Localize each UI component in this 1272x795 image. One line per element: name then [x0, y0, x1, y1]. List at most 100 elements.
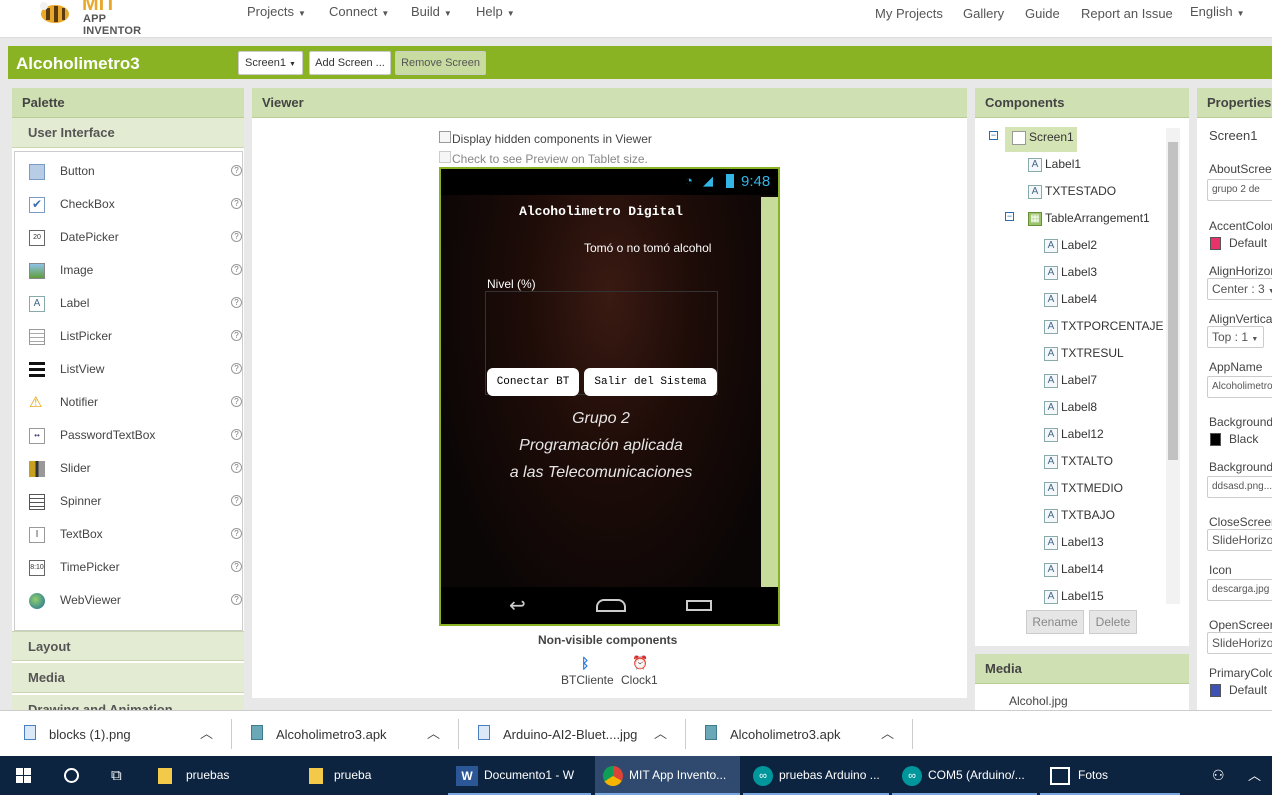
- primary-color-value[interactable]: Default: [1210, 683, 1267, 698]
- component-label12[interactable]: A Label12: [1044, 427, 1104, 445]
- media-item[interactable]: Alcohol.jpg: [1009, 694, 1068, 708]
- chevron-up-icon[interactable]: ︿: [1248, 756, 1266, 795]
- taskbar-item-word[interactable]: W Documento1 - W: [448, 756, 591, 795]
- delete-button[interactable]: Delete: [1089, 610, 1137, 634]
- component-txtporcentaje[interactable]: A TXTPORCENTAJE: [1044, 319, 1163, 337]
- help-icon[interactable]: ?: [231, 330, 242, 341]
- align-horizontal-select[interactable]: Center : 3 ▼: [1207, 278, 1272, 300]
- component-screen1[interactable]: Screen1: [1012, 130, 1074, 148]
- menu-build[interactable]: Build ▼: [411, 4, 452, 20]
- remove-screen-button[interactable]: Remove Screen: [395, 51, 486, 75]
- help-icon[interactable]: ?: [231, 396, 242, 407]
- clock-icon[interactable]: ⏰: [632, 655, 648, 671]
- component-tablearrangement1[interactable]: ▦ TableArrangement1: [1028, 211, 1150, 229]
- component-label3[interactable]: A Label3: [1044, 265, 1097, 283]
- home-icon[interactable]: [596, 599, 626, 612]
- help-icon[interactable]: ?: [231, 462, 242, 473]
- download-item[interactable]: Alcoholimetro3.apk ︿: [701, 711, 911, 757]
- component-label8[interactable]: A Label8: [1044, 400, 1097, 418]
- background-image-picker[interactable]: ddsasd.png...: [1207, 476, 1272, 498]
- palette-item-image[interactable]: Image?: [29, 261, 244, 281]
- btcliente-label[interactable]: BTCliente: [561, 673, 614, 687]
- task-view-icon[interactable]: ⧉: [111, 756, 131, 795]
- download-item[interactable]: Arduino-AI2-Bluet....jpg ︿: [474, 711, 684, 757]
- component-label14[interactable]: A Label14: [1044, 562, 1104, 580]
- link-gallery[interactable]: Gallery: [963, 6, 1004, 22]
- taskbar-item-arduino1[interactable]: ∞ pruebas Arduino ...: [743, 756, 889, 795]
- collapse-icon[interactable]: −: [1005, 212, 1014, 221]
- chevron-up-icon[interactable]: ︿: [200, 723, 213, 742]
- palette-item-spinner[interactable]: Spinner?: [29, 492, 244, 512]
- background-color-value[interactable]: Black: [1210, 432, 1258, 447]
- component-label2[interactable]: A Label2: [1044, 238, 1097, 256]
- component-label15[interactable]: A Label15: [1044, 589, 1104, 607]
- search-icon[interactable]: [63, 756, 81, 795]
- display-hidden-checkbox[interactable]: [439, 131, 451, 143]
- add-screen-button[interactable]: Add Screen ...: [309, 51, 391, 75]
- phone-scrollbar[interactable]: [761, 197, 778, 587]
- tablet-preview-checkbox[interactable]: [439, 151, 451, 163]
- icon-picker[interactable]: descarga.jpg: [1207, 579, 1272, 601]
- component-label1[interactable]: A Label1: [1028, 157, 1081, 175]
- chevron-up-icon[interactable]: ︿: [654, 723, 667, 742]
- component-txtestado[interactable]: A TXTESTADO: [1028, 184, 1116, 202]
- component-txtmedio[interactable]: A TXTMEDIO: [1044, 481, 1123, 499]
- collapse-icon[interactable]: −: [989, 131, 998, 140]
- screen-select-dropdown[interactable]: Screen1 ▼: [238, 51, 303, 75]
- palette-item-button[interactable]: Button?: [29, 162, 244, 182]
- taskbar-item-pruebas[interactable]: pruebas: [158, 756, 298, 795]
- link-guide[interactable]: Guide: [1025, 6, 1060, 22]
- link-my-projects[interactable]: My Projects: [875, 6, 943, 22]
- chevron-up-icon[interactable]: ︿: [881, 723, 894, 742]
- taskbar-item-fotos[interactable]: Fotos: [1040, 756, 1180, 795]
- help-icon[interactable]: ?: [231, 528, 242, 539]
- help-icon[interactable]: ?: [231, 198, 242, 209]
- components-scrollbar[interactable]: [1166, 128, 1180, 604]
- palette-item-listpicker[interactable]: ListPicker?: [29, 327, 244, 347]
- palette-item-notifier[interactable]: ⚠ Notifier?: [29, 393, 244, 413]
- help-icon[interactable]: ?: [231, 297, 242, 308]
- palette-section-layout[interactable]: Layout: [12, 631, 244, 661]
- taskbar-item-chrome[interactable]: MIT App Invento...: [595, 756, 740, 795]
- component-label13[interactable]: A Label13: [1044, 535, 1104, 553]
- back-icon[interactable]: ↩: [509, 593, 526, 618]
- help-icon[interactable]: ?: [231, 165, 242, 176]
- recent-apps-icon[interactable]: [686, 600, 712, 611]
- palette-item-textbox[interactable]: I TextBox?: [29, 525, 244, 545]
- app-name-input[interactable]: Alcoholimetro: [1207, 376, 1272, 398]
- help-icon[interactable]: ?: [231, 429, 242, 440]
- link-report-issue[interactable]: Report an Issue: [1081, 6, 1173, 22]
- help-icon[interactable]: ?: [231, 231, 242, 242]
- menu-help[interactable]: Help ▼: [476, 4, 515, 20]
- taskbar-item-prueba[interactable]: prueba: [309, 756, 449, 795]
- component-label4[interactable]: A Label4: [1044, 292, 1097, 310]
- menu-connect[interactable]: Connect ▼: [329, 4, 389, 20]
- help-icon[interactable]: ?: [231, 594, 242, 605]
- bluetooth-icon[interactable]: ᛒ: [581, 655, 589, 671]
- taskbar-item-arduino2[interactable]: ∞ COM5 (Arduino/...: [892, 756, 1037, 795]
- component-txtresul[interactable]: A TXTRESUL: [1044, 346, 1124, 364]
- component-txtalto[interactable]: A TXTALTO: [1044, 454, 1113, 472]
- help-icon[interactable]: ?: [231, 561, 242, 572]
- clock1-label[interactable]: Clock1: [621, 673, 658, 687]
- accent-color-value[interactable]: Default: [1210, 236, 1267, 251]
- menu-projects[interactable]: Projects ▼: [247, 4, 306, 20]
- help-icon[interactable]: ?: [231, 363, 242, 374]
- scrollbar-thumb[interactable]: [1168, 142, 1178, 460]
- exit-system-button[interactable]: Salir del Sistema: [584, 368, 717, 396]
- app-inventor-logo[interactable]: MIT APP INVENTOR: [36, 0, 166, 37]
- component-txtbajo[interactable]: A TXTBAJO: [1044, 508, 1115, 526]
- palette-item-slider[interactable]: Slider?: [29, 459, 244, 479]
- connect-bt-button[interactable]: Conectar BT: [487, 368, 579, 396]
- download-item[interactable]: Alcoholimetro3.apk ︿: [247, 711, 457, 757]
- palette-item-checkbox[interactable]: ✔ CheckBox?: [29, 195, 244, 215]
- chevron-up-icon[interactable]: ︿: [427, 723, 440, 742]
- palette-item-label[interactable]: A Label?: [29, 294, 244, 314]
- download-item[interactable]: blocks (1).png ︿: [20, 711, 230, 757]
- close-screen-animation-select[interactable]: SlideHorizontal: [1207, 529, 1272, 551]
- palette-item-webviewer[interactable]: WebViewer?: [29, 591, 244, 611]
- palette-section-media[interactable]: Media: [12, 663, 244, 693]
- about-screen-input[interactable]: grupo 2 de: [1207, 179, 1272, 201]
- menu-language[interactable]: English ▼: [1190, 4, 1245, 20]
- open-screen-animation-select[interactable]: SlideHorizontal: [1207, 632, 1272, 654]
